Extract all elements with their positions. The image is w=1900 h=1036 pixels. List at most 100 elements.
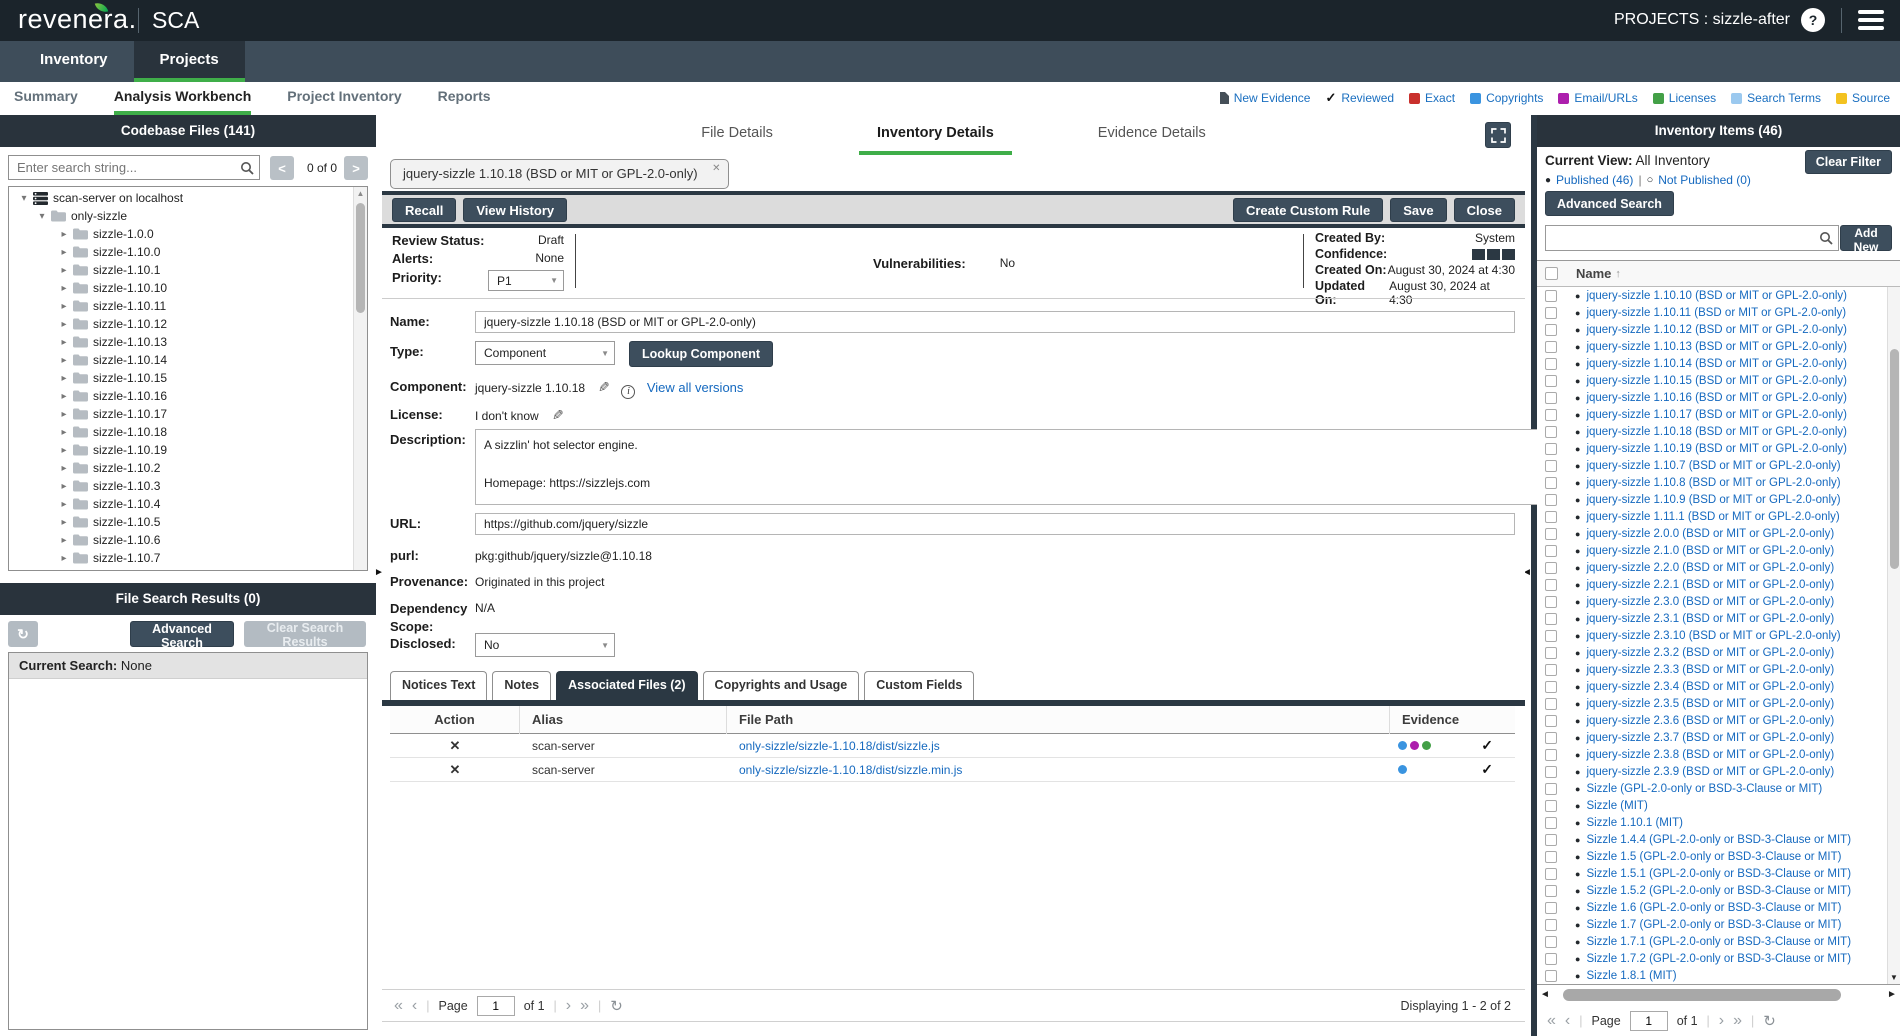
- scrollbar-thumb[interactable]: [356, 203, 365, 313]
- chevron-right-icon[interactable]: ▸: [57, 481, 71, 492]
- chevron-right-icon[interactable]: ▸: [57, 517, 71, 528]
- list-item[interactable]: ● jquery-sizzle 1.11.1 (BSD or MIT or GP…: [1537, 508, 1887, 525]
- tab-inventory-details[interactable]: Inventory Details: [859, 125, 1012, 155]
- view-all-versions-link[interactable]: View all versions: [647, 380, 744, 395]
- recall-button[interactable]: Recall: [392, 198, 456, 222]
- list-item[interactable]: ● Sizzle (GPL-2.0-only or BSD-3-Clause o…: [1537, 780, 1887, 797]
- first-page-icon[interactable]: «: [394, 997, 403, 1015]
- chevron-right-icon[interactable]: ▸: [57, 391, 71, 402]
- inventory-item-link[interactable]: jquery-sizzle 2.2.1 (BSD or MIT or GPL-2…: [1586, 579, 1834, 591]
- tab-projects[interactable]: Projects: [134, 41, 245, 82]
- chevron-right-icon[interactable]: ▸: [57, 265, 71, 276]
- chevron-right-icon[interactable]: ▸: [57, 499, 71, 510]
- list-item[interactable]: ● Sizzle 1.7 (GPL-2.0-only or BSD-3-Clau…: [1537, 916, 1887, 933]
- create-custom-rule-button[interactable]: Create Custom Rule: [1233, 198, 1383, 222]
- tree-item[interactable]: ▸ sizzle-1.10.19: [9, 441, 352, 459]
- info-icon[interactable]: i: [621, 385, 635, 399]
- clear-filter-button[interactable]: Clear Filter: [1805, 150, 1892, 174]
- inventory-search-input[interactable]: [1545, 225, 1839, 251]
- tree-item[interactable]: ▸ sizzle-1.10.3: [9, 477, 352, 495]
- list-item[interactable]: ● jquery-sizzle 2.3.9 (BSD or MIT or GPL…: [1537, 763, 1887, 780]
- chevron-down-icon[interactable]: ▾: [17, 193, 31, 204]
- codebase-next-button[interactable]: >: [344, 156, 368, 180]
- next-page-icon[interactable]: ›: [1719, 1012, 1724, 1030]
- select-checkbox[interactable]: [1545, 681, 1557, 693]
- inventory-item-tag[interactable]: jquery-sizzle 1.10.18 (BSD or MIT or GPL…: [390, 159, 729, 189]
- select-checkbox[interactable]: [1545, 919, 1557, 931]
- select-checkbox[interactable]: [1545, 766, 1557, 778]
- inventory-item-link[interactable]: jquery-sizzle 1.10.8 (BSD or MIT or GPL-…: [1586, 477, 1840, 489]
- tree-item[interactable]: ▸ sizzle-1.10.17: [9, 405, 352, 423]
- inventory-item-link[interactable]: jquery-sizzle 2.1.0 (BSD or MIT or GPL-2…: [1586, 545, 1834, 557]
- tree-item[interactable]: ▸ sizzle-1.10.11: [9, 297, 352, 315]
- chevron-right-icon[interactable]: ▸: [57, 247, 71, 258]
- tree-scrollbar[interactable]: ▲: [353, 187, 367, 570]
- tree-item[interactable]: ▸ sizzle-1.10.15: [9, 369, 352, 387]
- tree-item[interactable]: ▸ sizzle-1.10.13: [9, 333, 352, 351]
- select-checkbox[interactable]: [1545, 970, 1557, 982]
- tree-item[interactable]: ▸ sizzle-1.10.18: [9, 423, 352, 441]
- inventory-item-link[interactable]: jquery-sizzle 1.10.18 (BSD or MIT or GPL…: [1586, 426, 1847, 438]
- inventory-item-link[interactable]: jquery-sizzle 2.3.7 (BSD or MIT or GPL-2…: [1586, 732, 1834, 744]
- select-checkbox[interactable]: [1545, 460, 1557, 472]
- inventory-item-link[interactable]: jquery-sizzle 1.10.15 (BSD or MIT or GPL…: [1586, 375, 1847, 387]
- list-item[interactable]: ● jquery-sizzle 2.2.1 (BSD or MIT or GPL…: [1537, 576, 1887, 593]
- scroll-down-icon[interactable]: ▼: [1888, 973, 1900, 982]
- select-checkbox[interactable]: [1545, 800, 1557, 812]
- tree-item[interactable]: ▸ sizzle-1.10.1: [9, 261, 352, 279]
- close-button[interactable]: Close: [1454, 198, 1515, 222]
- list-item[interactable]: ● Sizzle 1.5.1 (GPL-2.0-only or BSD-3-Cl…: [1537, 865, 1887, 882]
- select-checkbox[interactable]: [1545, 375, 1557, 387]
- chevron-right-icon[interactable]: ▸: [57, 463, 71, 474]
- list-item[interactable]: ● jquery-sizzle 2.3.6 (BSD or MIT or GPL…: [1537, 712, 1887, 729]
- tree-item[interactable]: ▸ sizzle-1.0.0: [9, 225, 352, 243]
- tree-item[interactable]: ▸ sizzle-1.10.4: [9, 495, 352, 513]
- select-checkbox[interactable]: [1545, 341, 1557, 353]
- tab-evidence-details[interactable]: Evidence Details: [1080, 125, 1224, 155]
- tree-item[interactable]: ▸ sizzle-1.10.8: [9, 567, 352, 571]
- tab-file-details[interactable]: File Details: [683, 125, 791, 155]
- list-item[interactable]: ● jquery-sizzle 1.10.8 (BSD or MIT or GP…: [1537, 474, 1887, 491]
- refresh-icon[interactable]: ↻: [610, 997, 623, 1015]
- inventory-item-link[interactable]: Sizzle 1.4.4 (GPL-2.0-only or BSD-3-Clau…: [1586, 834, 1851, 846]
- tree-item[interactable]: ▸ sizzle-1.10.0: [9, 243, 352, 261]
- inventory-item-link[interactable]: jquery-sizzle 1.10.7 (BSD or MIT or GPL-…: [1586, 460, 1840, 472]
- refresh-icon[interactable]: ↻: [8, 621, 38, 647]
- prev-page-icon[interactable]: ‹: [412, 997, 417, 1015]
- select-checkbox[interactable]: [1545, 953, 1557, 965]
- select-checkbox[interactable]: [1545, 715, 1557, 727]
- list-item[interactable]: ● jquery-sizzle 2.3.8 (BSD or MIT or GPL…: [1537, 746, 1887, 763]
- file-path-link[interactable]: only-sizzle/sizzle-1.10.18/dist/sizzle.m…: [739, 763, 962, 777]
- list-item[interactable]: ● jquery-sizzle 2.0.0 (BSD or MIT or GPL…: [1537, 525, 1887, 542]
- chevron-right-icon[interactable]: ▸: [57, 319, 71, 330]
- description-textarea[interactable]: A sizzlin' hot selector engine. Homepage…: [475, 429, 1600, 505]
- select-checkbox[interactable]: [1545, 494, 1557, 506]
- menu-icon[interactable]: [1858, 10, 1884, 30]
- inventory-scrollbar[interactable]: ▼: [1887, 287, 1900, 984]
- tree-item[interactable]: ▸ sizzle-1.10.7: [9, 549, 352, 567]
- tab-notes[interactable]: Notes: [492, 671, 551, 700]
- inventory-item-link[interactable]: jquery-sizzle 2.3.9 (BSD or MIT or GPL-2…: [1586, 766, 1834, 778]
- table-row[interactable]: ✕ scan-server only-sizzle/sizzle-1.10.18…: [390, 734, 1515, 758]
- list-item[interactable]: ● jquery-sizzle 1.10.14 (BSD or MIT or G…: [1537, 355, 1887, 372]
- select-checkbox[interactable]: [1545, 664, 1557, 676]
- list-item[interactable]: ● Sizzle 1.7.1 (GPL-2.0-only or BSD-3-Cl…: [1537, 933, 1887, 950]
- inventory-item-link[interactable]: jquery-sizzle 1.10.19 (BSD or MIT or GPL…: [1586, 443, 1847, 455]
- add-new-button[interactable]: Add New: [1840, 225, 1892, 251]
- select-checkbox[interactable]: [1545, 443, 1557, 455]
- advanced-search-button[interactable]: Advanced Search: [130, 621, 234, 647]
- scrollbar-thumb[interactable]: [1890, 349, 1899, 569]
- chevron-right-icon[interactable]: ▸: [57, 283, 71, 294]
- select-checkbox[interactable]: [1545, 613, 1557, 625]
- chevron-right-icon[interactable]: ▸: [57, 355, 71, 366]
- tab-inventory[interactable]: Inventory: [14, 41, 134, 82]
- url-input[interactable]: [475, 513, 1515, 535]
- select-checkbox[interactable]: [1545, 511, 1557, 523]
- inventory-item-link[interactable]: jquery-sizzle 1.11.1 (BSD or MIT or GPL-…: [1586, 511, 1839, 523]
- list-item[interactable]: ● jquery-sizzle 2.2.0 (BSD or MIT or GPL…: [1537, 559, 1887, 576]
- chevron-right-icon[interactable]: ▸: [57, 427, 71, 438]
- tree-item-scan-server[interactable]: ▾ scan-server on localhost: [9, 189, 352, 207]
- tab-associated-files[interactable]: Associated Files (2): [556, 671, 697, 700]
- select-checkbox[interactable]: [1545, 579, 1557, 591]
- inventory-item-link[interactable]: jquery-sizzle 2.3.1 (BSD or MIT or GPL-2…: [1586, 613, 1834, 625]
